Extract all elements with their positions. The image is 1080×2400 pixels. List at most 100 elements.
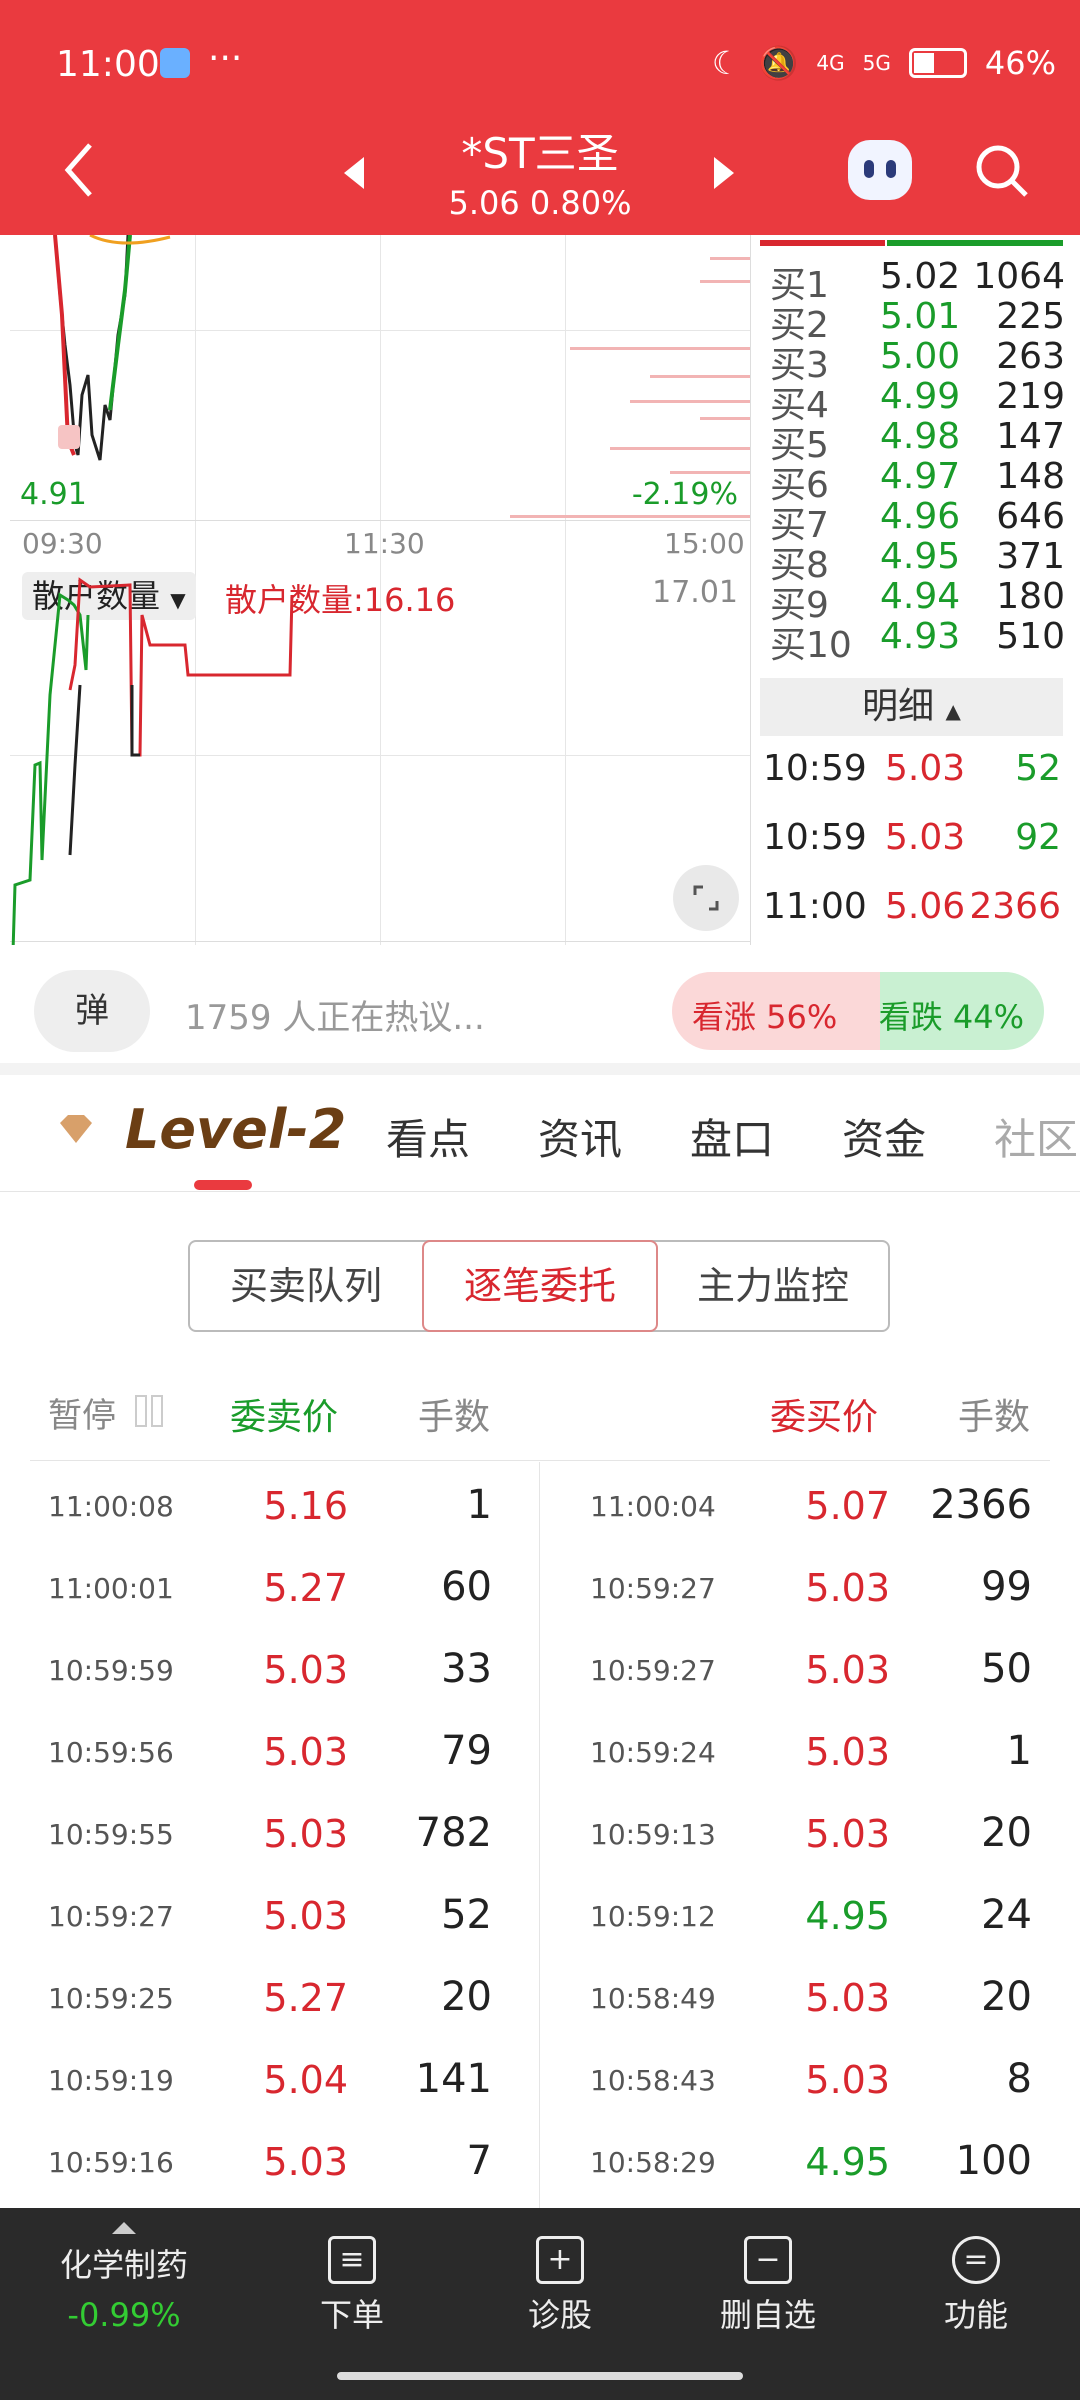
pause-label: 暂停 (48, 1396, 116, 1436)
nav-functions[interactable]: = 功能 (876, 2208, 1076, 2336)
home-indicator[interactable] (337, 2372, 743, 2380)
order-time: 10:59:27 (48, 1900, 174, 1933)
order-book-row[interactable]: 买5 4.98 147 (770, 416, 1065, 466)
order-book-row[interactable]: 买3 5.00 263 (770, 336, 1065, 386)
danmu-toggle[interactable]: 弹 (34, 970, 150, 1052)
order-book-row[interactable]: 买1 5.02 1064 (770, 256, 1065, 306)
bid-volume: 147 (996, 416, 1065, 457)
order-time: 10:59:56 (48, 1736, 174, 1769)
order-book-row[interactable]: 买6 4.97 148 (770, 456, 1065, 506)
nav-order-label: 下单 (319, 2296, 384, 2334)
bid-volume: 371 (996, 536, 1065, 577)
segment-main-monitor[interactable]: 主力监控 (658, 1242, 888, 1330)
bid-volume: 646 (996, 496, 1065, 537)
chart-low-price: 4.91 (20, 477, 87, 512)
order-time: 10:59:12 (590, 1900, 716, 1933)
order-time: 10:59:16 (48, 2146, 174, 2179)
order-time: 10:59:27 (590, 1654, 716, 1687)
tab-kandian[interactable]: 看点 (386, 1106, 470, 1167)
tab-news[interactable]: 资讯 (538, 1106, 622, 1167)
functions-icon: = (952, 2236, 1000, 2284)
tab-level2[interactable]: Level-2 (125, 1098, 346, 1161)
search-icon[interactable] (974, 143, 1030, 199)
order-volume: 8 (1006, 2056, 1032, 2102)
diagnose-icon: + (536, 2236, 584, 2284)
bid-price: 4.93 (880, 616, 961, 657)
moon-icon: ☾ (711, 44, 741, 82)
bid-price: 4.94 (880, 576, 961, 617)
order-icon: ≡ (328, 2236, 376, 2284)
trade-price: 5.03 (885, 748, 966, 789)
bear-vote[interactable]: 看跌 44% (879, 992, 1024, 1038)
discussion-text[interactable]: 1759 人正在热议... (185, 990, 485, 1039)
order-volume: 1 (466, 1482, 492, 1528)
fullscreen-icon[interactable] (673, 865, 739, 931)
bid-price: 4.98 (880, 416, 961, 457)
nav-diagnose[interactable]: + 诊股 (460, 2208, 660, 2336)
order-price: 5.03 (805, 1812, 890, 1856)
order-book-row[interactable]: 买2 5.01 225 (770, 296, 1065, 346)
pause-button[interactable]: 暂停 (48, 1388, 163, 1437)
bull-vote[interactable]: 看涨 56% (692, 992, 837, 1038)
chart-divider (750, 235, 751, 945)
order-book-row[interactable]: 买8 4.95 371 (770, 536, 1065, 586)
order-volume: 24 (981, 1892, 1032, 1938)
order-price: 5.03 (805, 1730, 890, 1774)
order-price: 5.16 (263, 1484, 348, 1528)
order-volume: 99 (981, 1564, 1032, 1610)
tab-community[interactable]: 社区 (994, 1106, 1080, 1167)
intraday-chart[interactable]: 4.91 -2.19% 09:30 11:30 15:00 散户数量 ▼ 散户数… (10, 235, 750, 945)
order-volume: 60 (441, 1564, 492, 1610)
order-price: 5.03 (263, 1894, 348, 1938)
order-price: 5.03 (805, 1976, 890, 2020)
order-price: 5.03 (263, 1730, 348, 1774)
tab-funds[interactable]: 资金 (842, 1106, 926, 1167)
nav-functions-label: 功能 (943, 2296, 1008, 2334)
segment-tick-orders[interactable]: 逐笔委托 (422, 1240, 658, 1332)
trade-detail-row: 10:59 5.03 92 (763, 817, 1061, 858)
order-time: 11:00:04 (590, 1490, 716, 1523)
order-volume: 782 (415, 1810, 492, 1856)
order-time: 10:58:49 (590, 1982, 716, 2015)
order-price: 5.03 (805, 2058, 890, 2102)
nav-order[interactable]: ≡ 下单 (252, 2208, 452, 2336)
sector-info[interactable]: 化学制药 -0.99% (24, 2208, 224, 2334)
bid-price: 4.99 (880, 376, 961, 417)
order-volume: 52 (441, 1892, 492, 1938)
order-volume: 79 (441, 1728, 492, 1774)
trade-time: 10:59 (763, 748, 867, 789)
bid-volume: 510 (996, 616, 1065, 657)
order-volume: 50 (981, 1646, 1032, 1692)
buy-price-header: 委买价 (770, 1397, 879, 1438)
bid-price: 5.00 (880, 336, 961, 377)
book-ratio-bar (760, 240, 1063, 246)
order-time: 10:59:25 (48, 1982, 174, 2015)
tab-pankou[interactable]: 盘口 (690, 1106, 774, 1167)
bid-volume: 219 (996, 376, 1065, 417)
app-notification-icon (160, 48, 190, 78)
segment-queue[interactable]: 买卖队列 (190, 1242, 422, 1330)
nav-diagnose-label: 诊股 (527, 2296, 592, 2334)
order-book-row[interactable]: 买7 4.96 646 (770, 496, 1065, 546)
detail-title: 明细 (862, 686, 935, 727)
order-volume: 20 (441, 1974, 492, 2020)
order-volume: 1 (1006, 1728, 1032, 1774)
order-time: 10:59:55 (48, 1818, 174, 1851)
order-price: 5.04 (263, 2058, 348, 2102)
order-book-row[interactable]: 买10 4.93 510 (770, 616, 1065, 666)
order-volume: 20 (981, 1810, 1032, 1856)
detail-toggle[interactable]: 明细 ▲ (760, 678, 1063, 736)
order-book-row[interactable]: 买4 4.99 219 (770, 376, 1065, 426)
sector-name: 化学制药 (59, 2246, 188, 2284)
battery-icon (908, 48, 967, 78)
order-price: 5.03 (805, 1648, 890, 1692)
sentiment-bar[interactable]: 看涨 56% 看跌 44% (672, 972, 1044, 1050)
time-label-mid: 11:30 (344, 527, 425, 560)
nav-remove-watchlist[interactable]: − 删自选 (668, 2208, 868, 2336)
order-volume: 33 (441, 1646, 492, 1692)
bid-price: 5.01 (880, 296, 961, 337)
active-tab-indicator (194, 1180, 252, 1190)
next-stock-icon[interactable] (712, 155, 738, 191)
order-book-row[interactable]: 买9 4.94 180 (770, 576, 1065, 626)
robot-assistant-icon[interactable] (848, 140, 912, 200)
